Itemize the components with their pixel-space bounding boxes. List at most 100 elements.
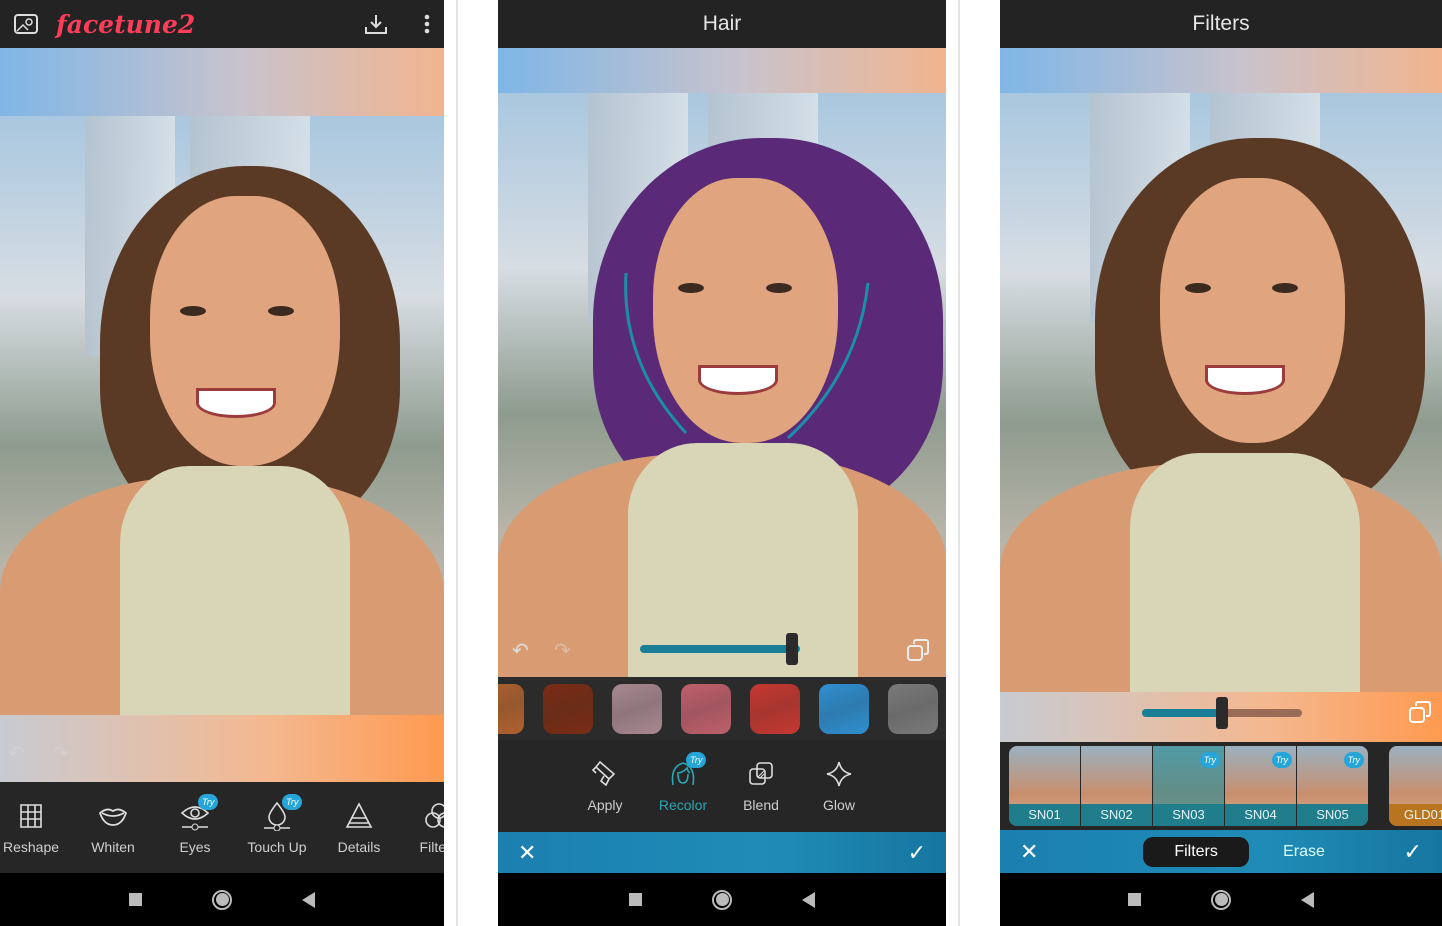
- tool-apply[interactable]: Apply: [566, 740, 644, 832]
- tool-blend[interactable]: Blend: [722, 740, 800, 832]
- divider: [456, 0, 458, 926]
- tool-details[interactable]: Details: [328, 782, 390, 873]
- filter-strip: SN01 SN02 Try SN03 Try SN04 Try SN05 GLD01: [1000, 742, 1442, 830]
- recents-icon[interactable]: [129, 893, 142, 906]
- confirm-icon[interactable]: ✓: [1404, 839, 1422, 865]
- android-nav-bar: [0, 873, 444, 926]
- cancel-icon[interactable]: ✕: [1020, 839, 1038, 865]
- hair-color-swatch[interactable]: [888, 683, 938, 734]
- screen-title: Hair: [702, 12, 742, 35]
- app-logo: facetune2: [56, 9, 196, 39]
- action-bar: ✕ ✓: [498, 832, 946, 874]
- more-icon[interactable]: [424, 14, 430, 34]
- home-icon[interactable]: [212, 889, 232, 910]
- filter-thumbnail[interactable]: Try SN03: [1153, 746, 1224, 826]
- photo-canvas[interactable]: [0, 116, 444, 716]
- tool-label: Recolor: [658, 797, 708, 813]
- grid-icon: [20, 803, 42, 828]
- sparkle-icon: [826, 761, 852, 787]
- tool-filters[interactable]: Filte: [390, 782, 444, 873]
- filter-label: SN03: [1153, 804, 1224, 826]
- blend-icon: [749, 762, 773, 785]
- tool-touch-up[interactable]: Try Touch Up: [226, 782, 328, 873]
- brush-icon: [591, 760, 616, 787]
- tools-toolbar: Reshape Whiten Try Eyes Try Touch Up Detai…: [0, 782, 444, 873]
- photo-canvas[interactable]: [498, 93, 946, 677]
- redo-icon[interactable]: ↷: [554, 638, 571, 663]
- cancel-icon[interactable]: ✕: [518, 840, 536, 866]
- top-bar: Filters: [1000, 0, 1442, 48]
- android-nav-bar: [498, 873, 946, 926]
- tool-reshape[interactable]: Reshape: [0, 782, 62, 873]
- try-badge: Try: [1343, 752, 1364, 768]
- back-icon[interactable]: [302, 891, 315, 908]
- top-bar: Hair: [498, 0, 946, 48]
- filter-thumbnail[interactable]: SN02: [1081, 746, 1152, 826]
- filter-label: SN01: [1009, 804, 1080, 826]
- tool-label: Filte: [419, 838, 444, 855]
- background-strip: [0, 48, 444, 116]
- try-badge: Try: [198, 794, 219, 810]
- hair-color-swatch[interactable]: [819, 683, 869, 734]
- compare-icon[interactable]: [1408, 700, 1432, 724]
- redo-icon[interactable]: ↷: [52, 741, 69, 766]
- recents-icon[interactable]: [629, 893, 642, 906]
- filters-icon: [425, 802, 444, 828]
- tool-label: Glow: [823, 797, 855, 813]
- tab-erase[interactable]: Erase: [1249, 837, 1359, 867]
- back-icon[interactable]: [1301, 891, 1314, 908]
- home-icon[interactable]: [712, 889, 732, 910]
- tool-label: Details: [337, 838, 381, 855]
- filter-label: SN02: [1081, 804, 1152, 826]
- undo-icon[interactable]: ↶: [512, 638, 529, 663]
- hair-mask-outline: [624, 273, 870, 440]
- tool-eyes[interactable]: Try Eyes: [164, 782, 226, 873]
- compare-icon[interactable]: [906, 638, 930, 662]
- home-icon[interactable]: [1211, 889, 1231, 910]
- triangle-icon: [345, 801, 373, 828]
- tool-label: Whiten: [91, 838, 135, 855]
- screen-home: facetune2 ↶ ↷ Reshape Whiten Try Eyes Try…: [0, 0, 444, 926]
- filter-label: SN05: [1297, 804, 1368, 826]
- hair-color-swatch[interactable]: [681, 683, 731, 734]
- undo-icon[interactable]: ↶: [8, 741, 25, 766]
- photo-canvas[interactable]: [1000, 93, 1442, 693]
- android-nav-bar: [1000, 873, 1442, 926]
- screen-hair: Hair ↶ ↷ Apply Try Recolor Blend Glow ✕ ✓: [498, 0, 946, 926]
- hair-tools-toolbar: Apply Try Recolor Blend Glow: [498, 740, 946, 832]
- filter-thumbnail[interactable]: Try SN05: [1297, 746, 1368, 826]
- top-bar: facetune2: [0, 0, 444, 48]
- back-icon[interactable]: [802, 891, 815, 908]
- slider-knob[interactable]: [1216, 697, 1228, 729]
- hair-color-swatch[interactable]: [543, 683, 593, 734]
- recents-icon[interactable]: [1128, 893, 1141, 906]
- screen-title: Filters: [1192, 12, 1250, 35]
- filter-thumbnail[interactable]: GLD01: [1389, 746, 1442, 826]
- screen-filters: Filters SN01 SN02 Try SN03 Try SN04 Try SN05 GLD…: [1000, 0, 1442, 926]
- tool-whiten[interactable]: Whiten: [62, 782, 164, 873]
- hair-color-swatch[interactable]: [612, 683, 662, 734]
- slider-knob[interactable]: [786, 633, 798, 665]
- lips-icon: [98, 808, 128, 826]
- filter-thumbnail[interactable]: SN01: [1009, 746, 1080, 826]
- filter-label: GLD01: [1389, 804, 1442, 826]
- tool-glow[interactable]: Glow: [800, 740, 878, 832]
- filter-label: SN04: [1225, 804, 1296, 826]
- try-badge: Try: [686, 752, 707, 768]
- tab-filters[interactable]: Filters: [1143, 836, 1250, 867]
- download-icon[interactable]: [364, 13, 388, 35]
- hair-color-swatches: [498, 677, 946, 740]
- gallery-icon[interactable]: [14, 14, 38, 34]
- tool-label: Blend: [743, 797, 779, 813]
- try-badge: Try: [1271, 752, 1292, 768]
- tool-label: Apply: [587, 797, 623, 813]
- tool-label: Eyes: [179, 838, 211, 855]
- tool-label: Reshape: [2, 838, 60, 855]
- hair-color-swatch[interactable]: [498, 683, 524, 734]
- hair-color-swatch[interactable]: [750, 683, 800, 734]
- confirm-icon[interactable]: ✓: [908, 840, 926, 866]
- try-badge: Try: [1199, 752, 1220, 768]
- filter-thumbnail[interactable]: Try SN04: [1225, 746, 1296, 826]
- action-bar: ✕ Filters Erase ✓: [1000, 830, 1442, 873]
- tool-recolor[interactable]: Try Recolor: [644, 740, 722, 832]
